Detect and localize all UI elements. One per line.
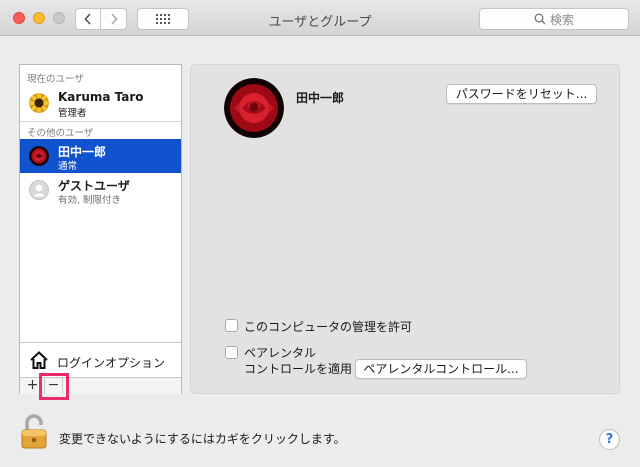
user-list: 現在のユーザ Karuma Taro 管理者 その他のユーザ 田中一郎 通常 ゲ… — [19, 64, 182, 394]
sunflower-avatar — [29, 93, 49, 113]
window-title: ユーザとグループ — [268, 15, 372, 30]
user-row-tanaka-ichiro[interactable]: 田中一郎 通常 — [20, 139, 181, 173]
back-button[interactable] — [75, 8, 101, 30]
current-users-header: 現在のユーザ — [27, 74, 84, 85]
minimize-button[interactable] — [33, 12, 45, 24]
parental-controls-checkbox[interactable] — [225, 346, 238, 359]
allow-admin-option[interactable]: このコンピュータの管理を許可 — [225, 318, 412, 335]
show-all-button[interactable] — [137, 8, 189, 30]
chevron-left-icon — [84, 13, 91, 25]
zoom-button[interactable] — [53, 12, 65, 24]
search-icon — [534, 13, 546, 25]
person-avatar-icon — [29, 180, 49, 200]
help-button[interactable]: ? — [599, 429, 620, 450]
close-button[interactable] — [13, 12, 25, 24]
users-groups-window: ユーザとグループ 検索 現在のユーザ Karuma Taro 管理者 その他のユ… — [0, 0, 640, 467]
search-field[interactable]: 検索 — [479, 8, 629, 30]
padlock-icon[interactable] — [19, 414, 49, 450]
user-name: Karuma Taro — [58, 90, 144, 104]
login-options-label: ログインオプション — [57, 356, 166, 370]
selected-user-name: 田中一郎 — [296, 91, 345, 105]
nav-buttons — [75, 8, 128, 30]
user-picture[interactable] — [224, 78, 284, 138]
allow-admin-label: このコンピュータの管理を許可 — [244, 320, 413, 334]
user-role: 通常 — [58, 161, 78, 172]
section-divider — [20, 121, 181, 122]
parental-controls-option[interactable]: ペアレンタル コントロールを適用 — [225, 345, 352, 377]
reset-password-button[interactable]: パスワードをリセット... — [446, 84, 597, 104]
rose-avatar — [29, 146, 49, 166]
remove-user-button[interactable]: − — [44, 378, 63, 394]
add-remove-bar: + − — [20, 377, 181, 394]
add-user-button[interactable]: + — [23, 378, 42, 394]
lock-message: 変更できないようにするにはカギをクリックします。 — [59, 432, 346, 446]
grid-icon — [156, 14, 170, 24]
chevron-right-icon — [110, 13, 118, 25]
search-placeholder: 検索 — [549, 12, 574, 27]
toolbar: ユーザとグループ 検索 — [0, 0, 640, 36]
login-options-row[interactable]: ログインオプション — [20, 342, 181, 377]
user-role: 管理者 — [58, 108, 87, 119]
forward-button[interactable] — [101, 8, 127, 30]
parental-label-line1: ペアレンタル — [244, 346, 317, 360]
user-detail-panel: 田中一郎 パスワードをリセット... このコンピュータの管理を許可 ペアレンタル… — [190, 64, 620, 394]
user-role: 有効, 制限付き — [58, 195, 122, 206]
house-icon — [30, 351, 48, 369]
user-row-guest[interactable]: ゲストユーザ 有効, 制限付き — [20, 173, 181, 207]
parental-controls-button[interactable]: ペアレンタルコントロール... — [355, 359, 527, 379]
allow-admin-checkbox[interactable] — [225, 319, 238, 332]
parental-label-line2: コントロールを適用 — [244, 362, 353, 376]
other-users-header: その他のユーザ — [27, 128, 94, 139]
user-row-karuma-taro[interactable]: Karuma Taro 管理者 — [20, 86, 181, 120]
